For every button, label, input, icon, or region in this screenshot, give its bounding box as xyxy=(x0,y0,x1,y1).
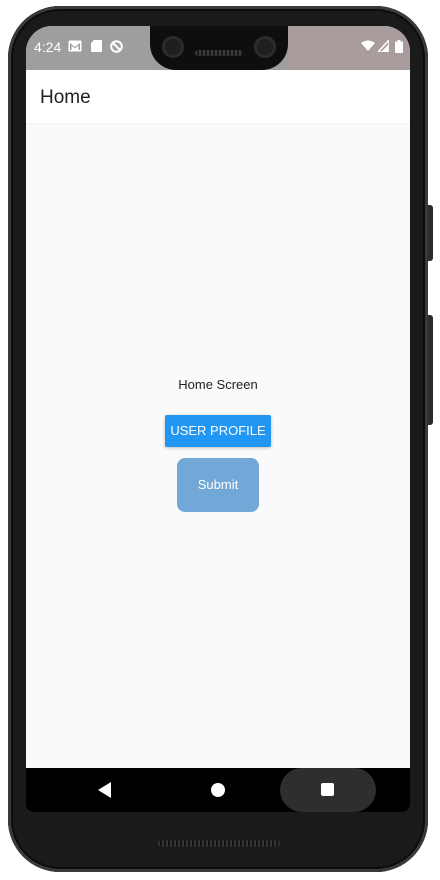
sd-card-icon xyxy=(91,40,102,54)
back-icon[interactable] xyxy=(98,782,111,798)
home-screen-label: Home Screen xyxy=(178,377,258,392)
no-disturb-icon xyxy=(110,40,123,55)
front-camera-right xyxy=(254,36,276,58)
status-bar-tint xyxy=(288,26,410,70)
front-camera-left xyxy=(162,36,184,58)
bottom-speaker-grille xyxy=(158,840,280,847)
recents-icon[interactable] xyxy=(321,783,334,796)
earpiece-speaker xyxy=(195,50,243,56)
gmail-icon xyxy=(68,40,82,54)
cell-signal-icon xyxy=(376,38,390,54)
screen: 4:24 Home Home Screen USER PROFILE Submi… xyxy=(26,26,410,812)
page-title: Home xyxy=(40,87,91,108)
system-nav-bar xyxy=(26,768,410,812)
wifi-icon xyxy=(361,40,375,54)
volume-button xyxy=(428,205,433,261)
status-time: 4:24 xyxy=(34,39,62,55)
submit-button[interactable]: Submit xyxy=(177,458,259,512)
app-bar: Home xyxy=(26,70,410,123)
home-icon[interactable] xyxy=(211,783,225,797)
home-content: Home Screen USER PROFILE Submit xyxy=(26,123,410,768)
user-profile-button[interactable]: USER PROFILE xyxy=(165,415,271,447)
power-button xyxy=(428,315,433,425)
camera-notch xyxy=(150,26,288,70)
battery-icon xyxy=(395,40,403,55)
